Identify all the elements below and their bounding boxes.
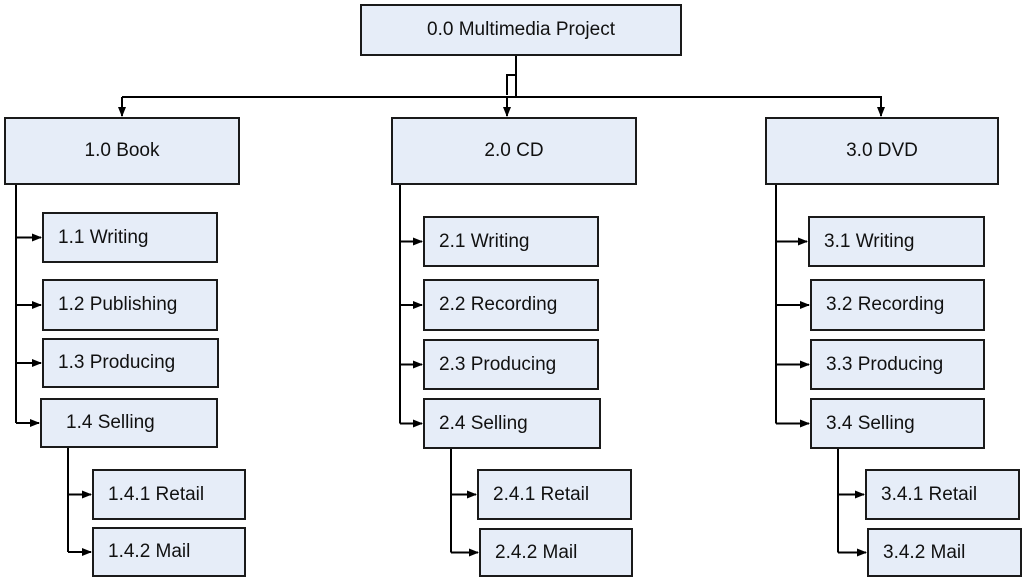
- node-label: 0.0 Multimedia Project: [427, 19, 615, 40]
- node-label: 3.4 Selling: [826, 412, 915, 434]
- wbs-node-cd-producing[interactable]: 2.3 Producing: [423, 339, 599, 390]
- wbs-node-dvd-recording[interactable]: 3.2 Recording: [810, 279, 985, 331]
- node-label: 2.0 CD: [484, 140, 544, 161]
- wbs-node-dvd[interactable]: 3.0 DVD: [765, 117, 999, 185]
- node-label: 1.1 Writing: [58, 226, 149, 248]
- wbs-node-cd-mail[interactable]: 2.4.2 Mail: [479, 528, 633, 577]
- node-label: 3.1 Writing: [824, 230, 915, 252]
- wbs-node-cd-writing[interactable]: 2.1 Writing: [423, 216, 599, 267]
- node-label: 1.0 Book: [84, 140, 160, 161]
- wbs-node-cd-recording[interactable]: 2.2 Recording: [423, 279, 599, 331]
- root-jog-line: [506, 74, 516, 95]
- wbs-node-book-retail[interactable]: 1.4.1 Retail: [92, 469, 246, 520]
- node-label: 3.0 DVD: [846, 140, 918, 161]
- node-label: 2.4.2 Mail: [495, 541, 578, 563]
- node-label: 2.4 Selling: [439, 412, 528, 434]
- node-label: 1.4 Selling: [66, 412, 155, 433]
- wbs-node-dvd-selling[interactable]: 3.4 Selling: [810, 398, 985, 449]
- node-label: 3.3 Producing: [826, 353, 944, 375]
- wbs-node-book-selling[interactable]: 1.4 Selling: [40, 398, 218, 448]
- wbs-node-root[interactable]: 0.0 Multimedia Project: [360, 4, 682, 56]
- node-label: 1.4.1 Retail: [108, 483, 205, 505]
- wbs-node-book-mail[interactable]: 1.4.2 Mail: [92, 527, 246, 577]
- wbs-node-book[interactable]: 1.0 Book: [4, 117, 240, 185]
- wbs-node-cd[interactable]: 2.0 CD: [391, 117, 637, 185]
- node-label: 3.2 Recording: [826, 294, 945, 315]
- node-label: 3.4.2 Mail: [883, 541, 966, 563]
- node-label: 2.2 Recording: [439, 294, 558, 315]
- wbs-node-dvd-retail[interactable]: 3.4.1 Retail: [865, 469, 1020, 520]
- node-label: 1.4.2 Mail: [108, 541, 191, 562]
- wbs-node-dvd-mail[interactable]: 3.4.2 Mail: [867, 528, 1022, 577]
- wbs-node-book-publishing[interactable]: 1.2 Publishing: [42, 279, 218, 331]
- node-label: 2.1 Writing: [439, 230, 530, 252]
- node-label: 1.2 Publishing: [58, 294, 178, 315]
- wbs-node-dvd-writing[interactable]: 3.1 Writing: [808, 216, 985, 267]
- node-label: 2.3 Producing: [439, 353, 557, 375]
- wbs-node-book-writing[interactable]: 1.1 Writing: [42, 212, 218, 263]
- wbs-node-dvd-producing[interactable]: 3.3 Producing: [810, 339, 985, 390]
- node-label: 2.4.1 Retail: [493, 483, 590, 505]
- wbs-node-cd-selling[interactable]: 2.4 Selling: [423, 398, 601, 449]
- wbs-node-cd-retail[interactable]: 2.4.1 Retail: [477, 469, 632, 520]
- wbs-node-book-producing[interactable]: 1.3 Producing: [42, 338, 219, 388]
- node-label: 3.4.1 Retail: [881, 483, 978, 505]
- node-label: 1.3 Producing: [58, 352, 176, 373]
